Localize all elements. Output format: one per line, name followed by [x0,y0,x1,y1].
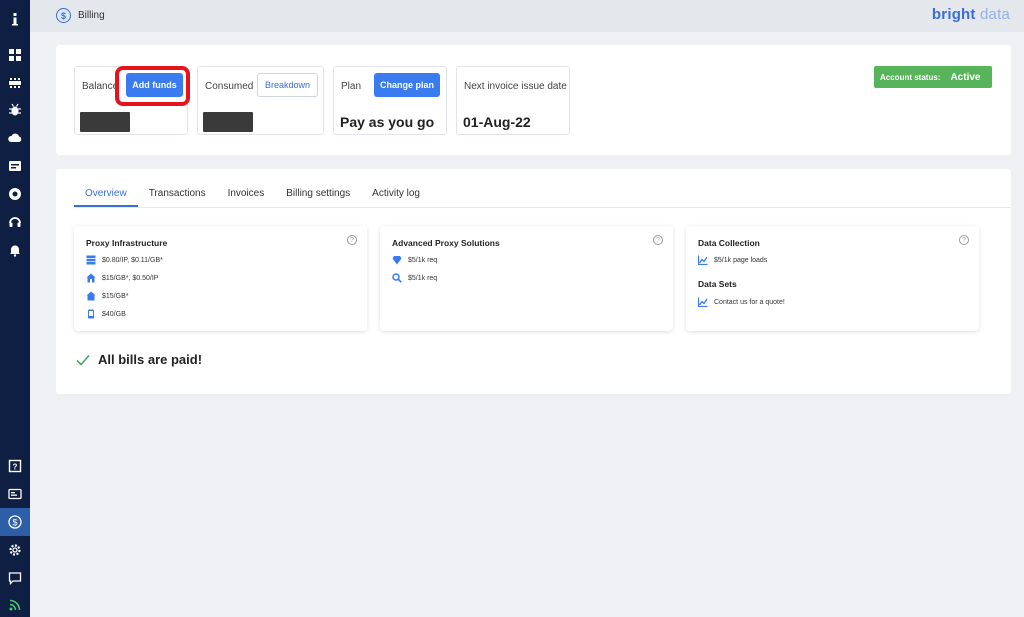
settings-icon[interactable] [0,537,30,563]
dollar-icon: $ [56,8,71,23]
list-item: $5/1k req [392,273,437,283]
plan-value: Pay as you go [340,114,435,130]
sidebar: ? $ [0,0,30,617]
network-icon[interactable] [0,70,30,96]
tab-divider [74,207,1011,208]
proxy-infrastructure-title: Proxy Infrastructure [86,238,168,248]
account-status-value: Active [950,71,981,83]
balance-value-redacted [80,112,130,132]
consumed-label: Consumed [205,81,254,92]
chart-icon [698,297,708,307]
change-plan-button[interactable]: Change plan [374,73,440,97]
main-panel: Overview Transactions Invoices Billing s… [56,169,1011,394]
tab-billing-settings[interactable]: Billing settings [275,181,361,207]
breadcrumb: $ Billing [56,8,105,23]
plan-card: Plan Change plan Pay as you go [333,66,447,135]
list-item: $5/1k req [392,255,437,265]
bug-icon[interactable] [0,97,30,123]
consumed-card: Consumed Breakdown [197,66,324,135]
check-icon [76,354,90,366]
rss-icon[interactable] [0,592,30,617]
proxy-infrastructure-card: Proxy Infrastructure ? $0.80/IP, $0.11/G… [74,226,367,331]
help-circle-icon[interactable]: ? [347,235,357,245]
svg-text:?: ? [13,463,18,472]
data-sets-title: Data Sets [698,279,737,289]
data-collection-title: Data Collection [698,238,760,248]
consumed-value-redacted [203,112,253,132]
advanced-proxy-card: Advanced Proxy Solutions ? $5/1k req $5/… [380,226,673,331]
tab-activity-log[interactable]: Activity log [361,181,431,207]
price-text: $0.80/IP, $0.11/GB* [102,256,163,264]
price-text: $5/1k req [408,256,438,264]
tab-invoices[interactable]: Invoices [217,181,276,207]
list-item: $0.80/IP, $0.11/GB* [86,255,163,265]
price-text: $5/1k page loads [714,256,768,264]
tab-bar: Overview Transactions Invoices Billing s… [74,181,431,207]
home-icon [86,291,96,301]
invoice-card: Next invoice issue date 01-Aug-22 [456,66,570,135]
price-text: $15/GB*, $0.50/IP [102,274,159,282]
contact-text[interactable]: Contact us for a quote! [714,299,785,306]
cloud-api-icon[interactable] [0,125,30,151]
help-icon[interactable]: ? [0,453,30,479]
list-item: $15/GB* [86,291,128,301]
breakdown-button[interactable]: Breakdown [257,73,318,97]
info-icon[interactable] [0,6,30,32]
help-circle-icon[interactable]: ? [653,235,663,245]
brand-logo[interactable]: bright data [932,6,1010,23]
list-item: $40/GB [86,309,126,319]
residential-home-icon [86,273,96,283]
list-item: $5/1k page loads [698,255,767,265]
bills-status-text: All bills are paid! [98,352,203,367]
chat-icon[interactable] [0,565,30,591]
bills-status: All bills are paid! [76,352,202,367]
billing-summary-panel: Balance Add funds Consumed Breakdown Pla… [56,45,1011,155]
add-funds-highlight [115,66,190,106]
search-icon [392,273,402,283]
data-collection-card: Data Collection ? $5/1k page loads Data … [686,226,979,331]
headset-icon[interactable] [0,209,30,235]
billing-icon[interactable]: $ [0,508,30,536]
price-text: $40/GB [102,310,126,318]
tab-transactions[interactable]: Transactions [138,181,217,207]
tab-overview[interactable]: Overview [74,181,138,207]
dashboard-icon[interactable] [0,42,30,68]
account-status-label: Account status: [880,72,941,82]
advanced-proxy-title: Advanced Proxy Solutions [392,238,500,248]
invoice-label: Next invoice issue date [464,81,567,92]
top-bar: $ Billing bright data [30,0,1024,32]
plan-label: Plan [341,81,362,92]
server-icon [86,255,96,265]
svg-text:$: $ [12,517,17,527]
chart-icon [698,255,708,265]
invoice-date: 01-Aug-22 [463,114,531,130]
diamond-icon [392,256,402,265]
bell-icon[interactable] [0,237,30,263]
proxy-icon[interactable] [0,181,30,207]
balance-label: Balance [82,81,119,92]
mobile-icon [88,309,94,319]
list-item: Contact us for a quote! [698,297,785,307]
breadcrumb-label: Billing [78,10,105,21]
id-card-icon[interactable] [0,481,30,507]
serp-icon[interactable] [0,153,30,179]
price-text: $5/1k req [408,274,438,282]
account-status-badge: Account status: Active [874,66,992,88]
price-text: $15/GB* [102,292,129,300]
list-item: $15/GB*, $0.50/IP [86,273,158,283]
help-circle-icon[interactable]: ? [959,235,969,245]
